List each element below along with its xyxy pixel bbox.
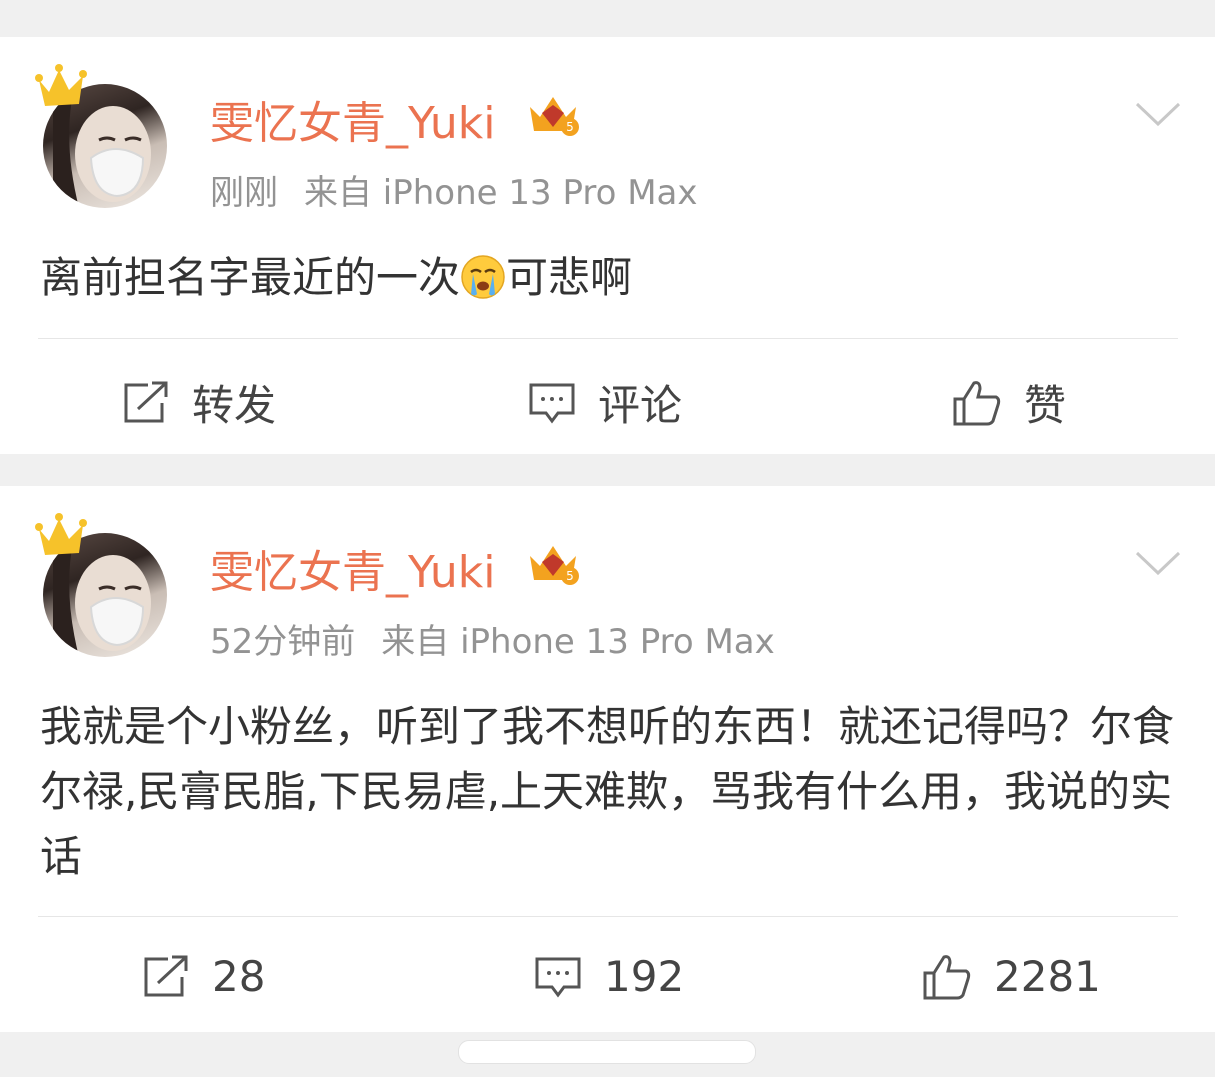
- like-button[interactable]: 2281: [922, 952, 1101, 1001]
- like-icon: [953, 380, 1001, 425]
- post-text-part: 可悲啊: [506, 253, 633, 302]
- crown-icon: [35, 513, 87, 555]
- like-button[interactable]: 赞: [952, 372, 1066, 433]
- post-time: 刚刚: [210, 173, 278, 213]
- avatar-container[interactable]: [33, 62, 173, 212]
- repost-button[interactable]: 转发: [122, 372, 276, 433]
- divider: [38, 916, 1178, 917]
- repost-count: 28: [212, 952, 266, 1001]
- post-card[interactable]: 雯忆女青_Yuki 5 刚刚 来自 iPhone 13 Pro Max 离前担名字…: [0, 37, 1215, 454]
- repost-label: 转发: [192, 381, 277, 430]
- username[interactable]: 雯忆女青_Yuki: [210, 536, 495, 600]
- comment-label: 评论: [598, 381, 683, 430]
- repost-icon: [144, 955, 188, 996]
- comment-icon: [529, 383, 575, 423]
- username[interactable]: 雯忆女青_Yuki: [210, 87, 495, 151]
- crying-face-emoji-icon: [461, 255, 505, 299]
- post-text-part: 离前担名字最近的一次: [40, 253, 461, 302]
- svg-text:5: 5: [566, 569, 574, 583]
- divider: [38, 338, 1178, 339]
- post-text: 我就是个小粉丝，听到了我不想听的东西！就还记得吗？尔食尔禄,民膏民脂,下民易虐,…: [40, 702, 1175, 881]
- repost-button[interactable]: 28: [142, 952, 265, 1001]
- post-source: 来自 iPhone 13 Pro Max: [381, 622, 775, 662]
- chevron-down-icon[interactable]: [1134, 99, 1182, 129]
- crown-icon: [35, 64, 87, 106]
- post-meta: 52分钟前 来自 iPhone 13 Pro Max: [210, 614, 775, 663]
- comment-icon: [535, 957, 581, 997]
- repost-icon: [124, 381, 168, 422]
- post-text: 离前担名字最近的一次 可悲啊: [40, 245, 1180, 310]
- post-source: 来自 iPhone 13 Pro Max: [304, 173, 698, 213]
- post-meta: 刚刚 来自 iPhone 13 Pro Max: [210, 165, 698, 214]
- vip-badge-icon[interactable]: 5: [522, 540, 584, 588]
- scroll-indicator: [458, 1040, 756, 1064]
- chevron-down-icon[interactable]: [1134, 548, 1182, 578]
- vip-badge-icon[interactable]: 5: [522, 91, 584, 139]
- like-label: 赞: [1024, 381, 1067, 430]
- post-time: 52分钟前: [210, 622, 356, 662]
- comment-button[interactable]: 192: [534, 952, 684, 1001]
- comment-count: 192: [604, 952, 685, 1001]
- svg-text:5: 5: [566, 120, 574, 134]
- avatar-container[interactable]: [33, 511, 173, 661]
- like-count: 2281: [994, 952, 1101, 1001]
- post-card[interactable]: 雯忆女青_Yuki 5 52分钟前 来自 iPhone 13 Pro Max 我就…: [0, 486, 1215, 1032]
- comment-button[interactable]: 评论: [528, 372, 682, 433]
- like-icon: [923, 954, 971, 999]
